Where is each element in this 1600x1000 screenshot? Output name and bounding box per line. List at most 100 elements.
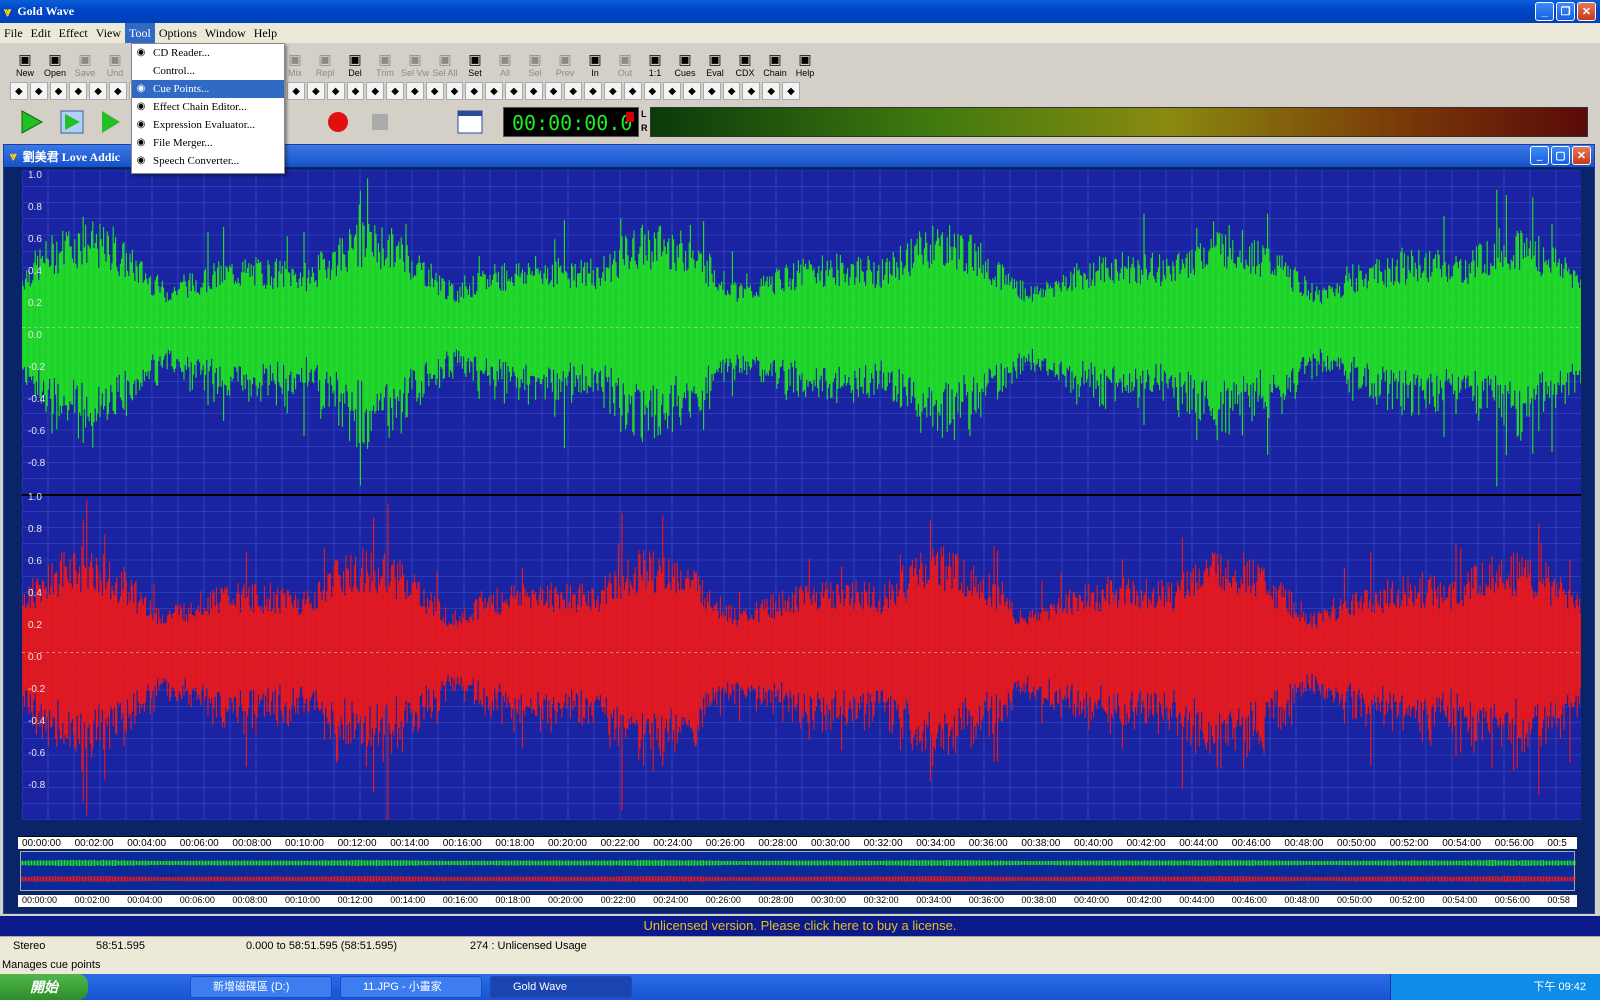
timeline-label: 00:52:00 (1389, 838, 1429, 849)
overview-timeline-label: 00:22:00 (600, 895, 636, 905)
effect-tool-icon[interactable]: ◆ (663, 82, 682, 100)
effect-tool-icon[interactable]: ◆ (425, 82, 444, 100)
menu-help[interactable]: Help (250, 23, 281, 43)
stop-icon[interactable] (367, 109, 393, 135)
toolbar-button-all[interactable]: ▣ All (490, 46, 520, 78)
menu-window[interactable]: Window (201, 23, 250, 43)
toolbar-button-sel[interactable]: ▣ Sel (520, 46, 550, 78)
effect-tool-icon[interactable]: ◆ (405, 82, 424, 100)
effect-tool-icon[interactable]: ◆ (742, 82, 761, 100)
menu-file[interactable]: File (0, 23, 27, 43)
effect-tool-icon[interactable]: ◆ (29, 82, 48, 100)
effect-tool-icon[interactable]: ◆ (544, 82, 563, 100)
menu-options[interactable]: Options (155, 23, 201, 43)
menu-item-expression-evaluator[interactable]: ◉ Expression Evaluator... (132, 116, 284, 134)
menu-item-file-merger[interactable]: ◉ File Merger... (132, 134, 284, 152)
doc-maximize-button[interactable]: ▢ (1551, 146, 1570, 165)
menu-item-cue-points[interactable]: ◉ Cue Points... (132, 80, 284, 98)
effect-tool-icon[interactable]: ◆ (326, 82, 345, 100)
menu-effect[interactable]: Effect (55, 23, 92, 43)
close-button[interactable]: ✕ (1577, 2, 1596, 21)
effect-tool-icon[interactable]: ◆ (504, 82, 523, 100)
toolbar-button-chain[interactable]: ▣ Chain (760, 46, 790, 78)
play-selection-icon[interactable] (59, 109, 85, 135)
menu-item-speech-converter[interactable]: ◉ Speech Converter... (132, 152, 284, 170)
toolbar-button-trim[interactable]: ▣ Trim (370, 46, 400, 78)
overview-timeline-label: 00:52:00 (1389, 895, 1425, 905)
task-button-disk[interactable]: 新增磁碟區 (D:) (190, 976, 332, 998)
record-icon[interactable] (325, 109, 351, 135)
effect-tool-icon[interactable]: ◆ (306, 82, 325, 100)
effect-tool-icon[interactable]: ◆ (108, 82, 127, 100)
waveform-view[interactable] (22, 170, 1581, 820)
effect-tool-icon[interactable]: ◆ (524, 82, 543, 100)
menu-tool[interactable]: Tool (125, 23, 155, 43)
effect-tool-icon[interactable]: ◆ (623, 82, 642, 100)
effect-tool-icon[interactable]: ◆ (683, 82, 701, 100)
effect-tool-icon[interactable]: ◆ (445, 82, 464, 100)
toolbar-icon: ▣ (378, 51, 392, 67)
effect-tool-icon[interactable]: ◆ (584, 82, 602, 100)
menu-item-cd-reader[interactable]: ◉ CD Reader... (132, 44, 284, 62)
effect-tool-icon[interactable]: ◆ (722, 82, 741, 100)
effect-tool-icon[interactable]: ◆ (782, 82, 800, 100)
overview-left-channel (20, 859, 1576, 867)
toolbar-button-cdx[interactable]: ▣ CDX (730, 46, 760, 78)
toolbar-button-label: CDX (735, 68, 755, 78)
effect-tool-icon[interactable]: ◆ (10, 82, 28, 100)
play-view-icon[interactable] (98, 109, 124, 135)
control-properties-icon[interactable] (457, 109, 483, 135)
toolbar-button-sel-vw[interactable]: ▣ Sel Vw (400, 46, 430, 78)
toolbar-button-in[interactable]: ▣ In (580, 46, 610, 78)
toolbar-button-repl[interactable]: ▣ Repl (310, 46, 340, 78)
effect-tool-icon[interactable]: ◆ (366, 82, 385, 100)
effect-tool-icon[interactable]: ◆ (702, 82, 721, 100)
doc-minimize-button[interactable]: _ (1530, 146, 1549, 165)
task-button-paint[interactable]: 11.JPG - 小畫家 (340, 976, 482, 998)
toolbar-button-save[interactable]: ▣ Save (70, 46, 100, 78)
effect-tool-icon[interactable]: ◆ (485, 82, 503, 100)
menu-edit[interactable]: Edit (27, 23, 55, 43)
effect-tool-icon[interactable]: ◆ (762, 82, 781, 100)
effect-tool-icon[interactable]: ◆ (49, 82, 68, 100)
start-button[interactable]: 開始 (0, 974, 88, 1000)
effect-tool-icon[interactable]: ◆ (346, 82, 365, 100)
license-banner[interactable]: Unlicensed version. Please click here to… (0, 916, 1600, 936)
effect-tool-icon[interactable]: ◆ (564, 82, 583, 100)
menu-item-control[interactable]: Control... (132, 62, 284, 80)
menu-item-label: CD Reader... (153, 47, 210, 59)
task-button-goldwave[interactable]: Gold Wave (490, 976, 632, 998)
overview-waveform[interactable] (20, 851, 1576, 891)
effect-tool-icon[interactable]: ◆ (465, 82, 484, 100)
effect-tool-icon[interactable]: ◆ (386, 82, 404, 100)
menu-item-effect-chain-editor[interactable]: ◉ Effect Chain Editor... (132, 98, 284, 116)
toolbar-button-set[interactable]: ▣ Set (460, 46, 490, 78)
waveform-canvas[interactable] (22, 170, 1581, 820)
menu-view[interactable]: View (92, 23, 125, 43)
toolbar-button-cues[interactable]: ▣ Cues (670, 46, 700, 78)
doc-close-button[interactable]: ✕ (1572, 146, 1591, 165)
timeline-label: 00:44:00 (1179, 838, 1219, 849)
effect-tool-icon[interactable]: ◆ (69, 82, 88, 100)
effect-tool-icon[interactable]: ◆ (287, 82, 305, 100)
toolbar-button-sel-all[interactable]: ▣ Sel All (430, 46, 460, 78)
toolbar-button-label: Cues (674, 68, 696, 78)
play-icon[interactable] (18, 109, 44, 135)
toolbar-button-del[interactable]: ▣ Del (340, 46, 370, 78)
minimize-button[interactable]: _ (1535, 2, 1554, 21)
toolbar-button-new[interactable]: ▣ New (10, 46, 40, 78)
toolbar-button-help[interactable]: ▣ Help (790, 46, 820, 78)
timeline-label: 00:48:00 (1284, 838, 1324, 849)
overview-canvas[interactable] (20, 852, 1576, 890)
effect-tool-icon[interactable]: ◆ (643, 82, 662, 100)
toolbar-button-prev[interactable]: ▣ Prev (550, 46, 580, 78)
toolbar-button-open[interactable]: ▣ Open (40, 46, 70, 78)
toolbar-button-eval[interactable]: ▣ Eval (700, 46, 730, 78)
restore-button[interactable]: ❐ (1556, 2, 1575, 21)
effect-tool-icon[interactable]: ◆ (603, 82, 622, 100)
toolbar-button-out[interactable]: ▣ Out (610, 46, 640, 78)
toolbar-button-1-1[interactable]: ▣ 1:1 (640, 46, 670, 78)
effect-tool-icon[interactable]: ◆ (89, 82, 107, 100)
toolbar-button-und[interactable]: ▣ Und (100, 46, 130, 78)
overview-timeline-label: 00:16:00 (442, 895, 478, 905)
